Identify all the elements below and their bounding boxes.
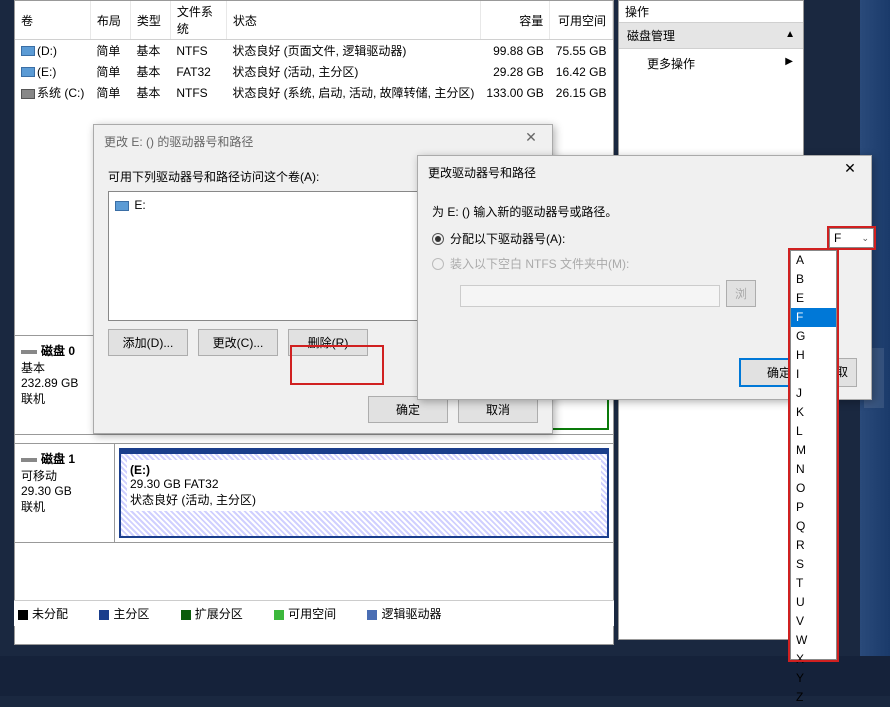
swatch-unalloc: [18, 610, 28, 620]
volume-icon: [21, 46, 35, 56]
dropdown-option[interactable]: T: [791, 574, 836, 593]
chevron-down-icon: ⌄: [861, 233, 869, 244]
disk-label: 磁盘 1 可移动 29.30 GB 联机: [15, 444, 115, 542]
dropdown-option[interactable]: E: [791, 289, 836, 308]
table-row[interactable]: (D:) 简单 基本 NTFS 状态良好 (页面文件, 逻辑驱动器) 99.88…: [15, 40, 613, 62]
actions-more[interactable]: 更多操作 ▶: [619, 49, 803, 78]
dropdown-option[interactable]: R: [791, 536, 836, 555]
dropdown-option[interactable]: K: [791, 403, 836, 422]
remove-button[interactable]: 删除(R): [288, 329, 368, 356]
dropdown-option[interactable]: B: [791, 270, 836, 289]
dropdown-option[interactable]: P: [791, 498, 836, 517]
ok-button[interactable]: 确定: [368, 396, 448, 423]
col-free[interactable]: 可用空间: [550, 1, 613, 40]
close-button[interactable]: ✕: [835, 160, 865, 180]
dropdown-option[interactable]: V: [791, 612, 836, 631]
swatch-free: [274, 610, 284, 620]
actions-header: 操作: [619, 1, 803, 23]
browse-button: 浏: [726, 280, 756, 307]
dropdown-option[interactable]: G: [791, 327, 836, 346]
radio-icon: [432, 258, 444, 270]
collapse-icon: ▲: [785, 29, 795, 40]
dropdown-option[interactable]: A: [791, 251, 836, 270]
dropdown-option[interactable]: Q: [791, 517, 836, 536]
legend: 未分配 主分区 扩展分区 可用空间 逻辑驱动器: [14, 600, 614, 626]
cancel-button[interactable]: 取消: [458, 396, 538, 423]
volume-table[interactable]: 卷 布局 类型 文件系统 状态 容量 可用空间 (D:) 简单 基本 NTFS …: [15, 1, 613, 103]
disk-icon: [21, 458, 37, 462]
dialog-title: 更改 E: () 的驱动器号和路径 ✕: [94, 125, 552, 158]
col-type[interactable]: 类型: [130, 1, 170, 40]
dropdown-option[interactable]: L: [791, 422, 836, 441]
dropdown-option[interactable]: Z: [791, 688, 836, 707]
swatch-extended: [181, 610, 191, 620]
dropdown-option[interactable]: H: [791, 346, 836, 365]
volume-icon: [21, 89, 35, 99]
drive-icon: [115, 201, 129, 211]
disk-row-1[interactable]: 磁盘 1 可移动 29.30 GB 联机 (E:) 29.30 GB FAT32…: [14, 443, 614, 543]
col-status[interactable]: 状态: [226, 1, 480, 40]
dropdown-option[interactable]: Y: [791, 669, 836, 688]
partition-e[interactable]: (E:) 29.30 GB FAT32 状态良好 (活动, 主分区): [119, 448, 609, 538]
col-layout[interactable]: 布局: [90, 1, 130, 40]
actions-category[interactable]: 磁盘管理 ▲: [619, 23, 803, 49]
col-cap[interactable]: 容量: [480, 1, 549, 40]
table-row[interactable]: (E:) 简单 基本 FAT32 状态良好 (活动, 主分区) 29.28 GB…: [15, 61, 613, 82]
radio-icon: [432, 233, 444, 245]
volume-icon: [21, 67, 35, 77]
folder-path-input: [460, 285, 720, 307]
col-volume[interactable]: 卷: [15, 1, 90, 40]
drive-letter-dropdown[interactable]: ABEFGHIJKLMNOPQRSTUVWXYZ: [790, 250, 837, 660]
change-button[interactable]: 更改(C)...: [198, 329, 278, 356]
dropdown-option[interactable]: F: [791, 308, 836, 327]
dropdown-option[interactable]: W: [791, 631, 836, 650]
add-button[interactable]: 添加(D)...: [108, 329, 188, 356]
dialog-title: 更改驱动器号和路径 ✕: [418, 156, 871, 189]
swatch-primary: [99, 610, 109, 620]
taskbar[interactable]: [0, 656, 890, 696]
chevron-right-icon: ▶: [785, 56, 793, 67]
dropdown-option[interactable]: U: [791, 593, 836, 612]
radio-assign-letter[interactable]: 分配以下驱动器号(A):: [432, 230, 857, 247]
drive-letter-combo[interactable]: F ⌄: [829, 228, 874, 248]
dropdown-option[interactable]: S: [791, 555, 836, 574]
dialog-prompt: 为 E: () 输入新的驱动器号或路径。: [432, 203, 857, 220]
col-fs[interactable]: 文件系统: [170, 1, 226, 40]
dropdown-option[interactable]: I: [791, 365, 836, 384]
table-row[interactable]: 系统 (C:) 简单 基本 NTFS 状态良好 (系统, 启动, 活动, 故障转…: [15, 82, 613, 103]
dropdown-option[interactable]: J: [791, 384, 836, 403]
dropdown-option[interactable]: O: [791, 479, 836, 498]
dropdown-option[interactable]: X: [791, 650, 836, 669]
close-button[interactable]: ✕: [516, 129, 546, 149]
swatch-logical: [367, 610, 377, 620]
disk-icon: [21, 350, 37, 354]
dropdown-option[interactable]: M: [791, 441, 836, 460]
dropdown-option[interactable]: N: [791, 460, 836, 479]
